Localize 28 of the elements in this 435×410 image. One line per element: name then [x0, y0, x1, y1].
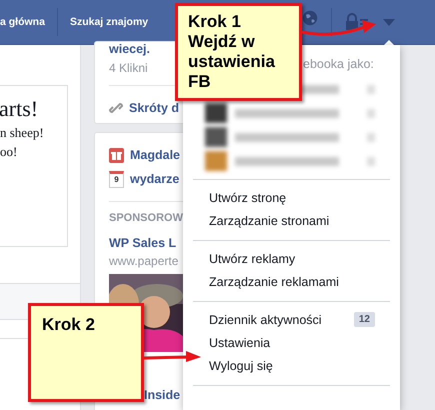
post-text: n sheep! — [0, 125, 45, 141]
globe-icon[interactable] — [302, 10, 318, 26]
menu-item[interactable]: Ustawienia — [183, 331, 400, 354]
caret-icon[interactable] — [383, 18, 396, 26]
note-text: Krok 1 — [188, 12, 242, 32]
post-text: oo! — [0, 144, 18, 160]
note-text: Krok 2 — [42, 315, 96, 335]
menu-heading: ebooka jako: — [303, 57, 375, 71]
post-heading: arts! — [0, 96, 40, 122]
note-text: ustawienia — [188, 52, 276, 72]
note-text: Wejdź w — [188, 32, 256, 52]
section-heading: SPONSOROW — [109, 212, 184, 224]
count-badge: 12 — [354, 312, 375, 327]
link[interactable]: wydarze — [130, 172, 180, 186]
menu-item[interactable]: Utwórz reklamy — [183, 247, 400, 270]
link-icon — [109, 101, 123, 115]
ad-url: www.paperte — [109, 254, 180, 268]
nav-link[interactable]: a główna — [0, 16, 57, 28]
link[interactable]: Magdale — [130, 148, 180, 162]
menu-item[interactable]: Wyloguj się — [183, 354, 400, 377]
link[interactable]: Skróty d — [129, 101, 180, 115]
menu-item[interactable]: Zarządzanie stronami — [183, 209, 400, 232]
note-text: FB — [188, 72, 212, 92]
nav-link[interactable]: Szukaj znajomy — [58, 16, 160, 28]
menu-item[interactable]: Dziennik aktywności 12 — [183, 308, 400, 331]
menu-item[interactable]: Utwórz stronę — [183, 186, 400, 209]
calendar-icon: 9 — [109, 170, 124, 188]
menu-item[interactable]: Zarządzanie reklamami — [183, 270, 400, 293]
